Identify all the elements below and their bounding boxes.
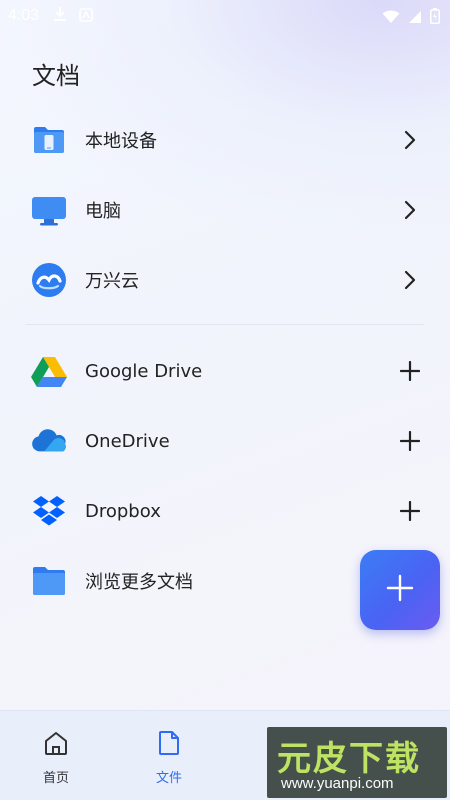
status-time: 4:03 bbox=[8, 7, 40, 24]
cloud-item-google-drive[interactable]: Google Drive bbox=[0, 336, 450, 406]
location-item-computer[interactable]: 电脑 bbox=[0, 175, 450, 245]
wondershare-cloud-icon bbox=[31, 262, 67, 298]
chevron-right-icon bbox=[398, 268, 422, 292]
watermark-url: www.yuanpi.com bbox=[281, 775, 394, 792]
folder-icon bbox=[31, 563, 67, 599]
location-item-local-device[interactable]: 本地设备 bbox=[0, 105, 450, 175]
location-label: 电脑 bbox=[85, 201, 121, 222]
location-item-wondershare-cloud[interactable]: 万兴云 bbox=[0, 245, 450, 315]
google-drive-icon bbox=[31, 353, 67, 389]
cloud-item-onedrive[interactable]: OneDrive bbox=[0, 406, 450, 476]
watermark: 元皮下载 www.yuanpi.com bbox=[267, 727, 447, 798]
location-label: 本地设备 bbox=[85, 131, 157, 152]
add-icon[interactable] bbox=[398, 429, 422, 453]
chevron-right-icon bbox=[398, 198, 422, 222]
watermark-title: 元皮下载 bbox=[277, 739, 421, 779]
phone-folder-icon bbox=[31, 122, 67, 158]
onedrive-icon bbox=[31, 423, 67, 459]
plus-icon bbox=[386, 574, 414, 606]
battery-icon bbox=[430, 8, 440, 28]
dropbox-icon bbox=[31, 493, 67, 529]
monitor-icon bbox=[31, 192, 67, 228]
page-title: 文档 bbox=[32, 62, 80, 90]
location-label: 万兴云 bbox=[85, 271, 139, 292]
wifi-icon bbox=[382, 9, 400, 28]
section-divider bbox=[26, 324, 424, 325]
tab-home[interactable]: 首页 bbox=[26, 729, 86, 786]
add-icon[interactable] bbox=[398, 499, 422, 523]
download-icon bbox=[53, 6, 67, 26]
tab-label: 首页 bbox=[42, 771, 69, 786]
home-icon bbox=[42, 729, 70, 761]
document-icon bbox=[155, 729, 183, 761]
status-bar: 4:03 bbox=[0, 0, 450, 32]
cloud-label: Google Drive bbox=[85, 360, 203, 382]
cloud-item-dropbox[interactable]: Dropbox bbox=[0, 476, 450, 546]
signal-icon bbox=[408, 9, 422, 28]
app-notification-icon bbox=[79, 7, 93, 26]
browse-label: 浏览更多文档 bbox=[85, 572, 193, 593]
cloud-label: Dropbox bbox=[85, 500, 161, 522]
cloud-label: OneDrive bbox=[85, 430, 170, 452]
chevron-right-icon bbox=[398, 128, 422, 152]
tab-files[interactable]: 文件 bbox=[139, 729, 199, 786]
add-document-button[interactable] bbox=[360, 550, 440, 630]
tab-label: 文件 bbox=[155, 771, 182, 786]
add-icon[interactable] bbox=[398, 359, 422, 383]
